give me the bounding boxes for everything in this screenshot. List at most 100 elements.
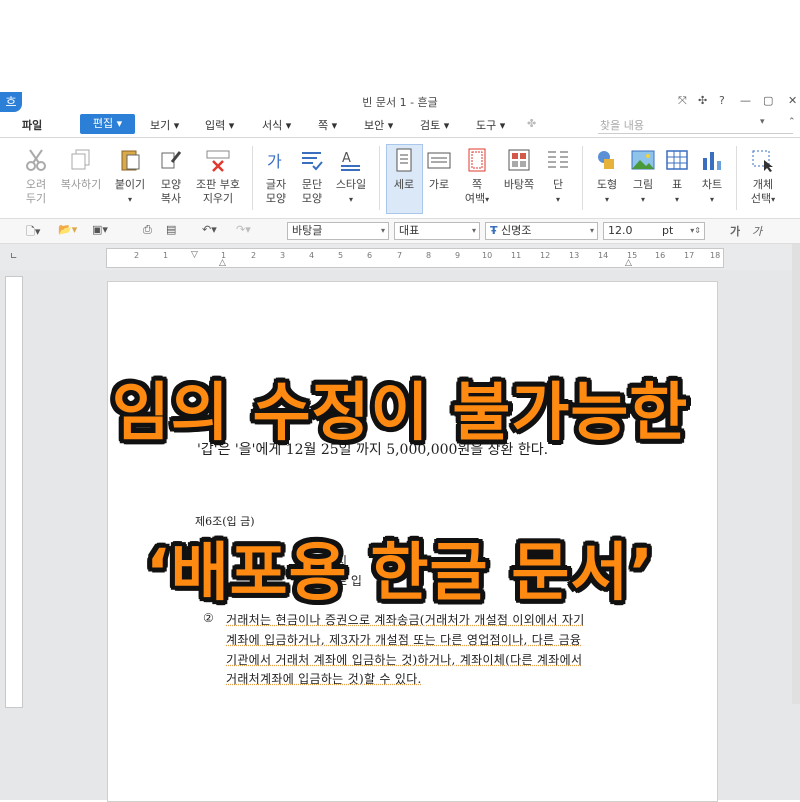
- menu-file[interactable]: 파일: [22, 117, 42, 133]
- shape-button[interactable]: 도형 ▾: [591, 148, 623, 207]
- vertical-ruler[interactable]: [5, 276, 23, 708]
- maximize-button[interactable]: ▢: [763, 94, 773, 107]
- margin-dropdown-icon[interactable]: ▾: [485, 195, 489, 204]
- para-shape-button[interactable]: 문단 모양: [295, 148, 329, 206]
- style-select[interactable]: 바탕글 ▾: [287, 222, 389, 240]
- svg-text:가: 가: [267, 152, 282, 171]
- menu-review[interactable]: 검토 ▾: [420, 117, 449, 133]
- margin-icon: [464, 148, 490, 172]
- portrait-label: 세로: [394, 178, 414, 191]
- shape-dropdown-icon[interactable]: ▾: [605, 195, 609, 204]
- ribbon-divider: [736, 146, 737, 210]
- format-copy-label-1: 모양: [161, 178, 181, 191]
- svg-text:A: A: [342, 151, 351, 166]
- menu-security[interactable]: 보안 ▾: [364, 117, 393, 133]
- columns-dropdown-icon[interactable]: ▾: [556, 195, 560, 204]
- paste-dropdown-icon[interactable]: ▾: [128, 195, 132, 204]
- ribbon-divider: [582, 146, 583, 210]
- menu-view[interactable]: 보기 ▾: [150, 117, 179, 133]
- italic-button[interactable]: 가: [752, 223, 762, 239]
- clear-codes-button[interactable]: 조판 부호 지우기: [192, 148, 244, 206]
- menu-edit-label: 편집: [93, 117, 113, 130]
- ruler-number: 2: [134, 251, 139, 260]
- margin-label-2: 여백: [465, 192, 485, 205]
- open-folder-icon[interactable]: 📂▾: [58, 223, 77, 236]
- preview-icon[interactable]: ▤: [166, 223, 176, 236]
- para2-line-1: 거래처는 현금이나 증권으로 계좌송금(거래처가 개설점 이외에서 자기: [226, 611, 585, 628]
- menu-tools[interactable]: 도구 ▾: [476, 117, 505, 133]
- landscape-button[interactable]: 가로: [423, 148, 455, 192]
- table-dropdown-icon[interactable]: ▾: [675, 195, 679, 204]
- search-up-icon[interactable]: ⌃: [788, 117, 796, 127]
- chart-icon: [699, 148, 725, 172]
- ribbon-divider: [252, 146, 253, 210]
- tab-type-icon[interactable]: ∟: [10, 252, 18, 262]
- ruler-number: 18: [710, 251, 720, 260]
- font-size-stepper-icon[interactable]: ▾⇕: [690, 223, 701, 239]
- left-margin-marker-icon[interactable]: △: [219, 258, 226, 268]
- new-doc-icon[interactable]: 🗋▾: [26, 223, 40, 242]
- redo-icon[interactable]: ↷▾: [236, 223, 251, 236]
- cut-button[interactable]: 오려 두기: [20, 148, 52, 206]
- style-button[interactable]: A 스타일 ▾: [332, 148, 370, 207]
- menu-format[interactable]: 서식 ▾: [262, 117, 291, 133]
- paste-button[interactable]: 붙이기 ▾: [110, 148, 150, 207]
- ruler-number: 13: [569, 251, 579, 260]
- picture-icon: [630, 148, 656, 172]
- help-icon[interactable]: ?: [719, 94, 725, 107]
- ruler-number: 1: [163, 251, 168, 260]
- minimize-button[interactable]: —: [740, 94, 751, 107]
- portrait-button[interactable]: 세로: [387, 148, 421, 192]
- print-icon[interactable]: ⎙: [143, 223, 152, 237]
- object-select-dropdown-icon[interactable]: ▾: [771, 195, 775, 204]
- puzzle-icon[interactable]: ✤: [527, 117, 536, 130]
- indent-marker-icon[interactable]: ▽: [191, 250, 198, 260]
- object-select-button[interactable]: 개체 선택▾: [745, 148, 781, 207]
- font-size-value: 12.0: [608, 224, 633, 237]
- background-page-button[interactable]: 바탕쪽: [499, 148, 539, 192]
- ruler-number: 9: [455, 251, 460, 260]
- undo-icon[interactable]: ↶▾: [202, 223, 217, 236]
- format-brush-icon: [158, 148, 184, 172]
- chart-dropdown-icon[interactable]: ▾: [710, 195, 714, 204]
- right-margin-marker-icon[interactable]: △: [625, 258, 632, 268]
- menu-format-label: 서식: [262, 119, 282, 132]
- copy-button[interactable]: 복사하기: [56, 148, 106, 192]
- language-select[interactable]: 대표 ▾: [394, 222, 480, 240]
- chart-button[interactable]: 차트 ▾: [696, 148, 728, 207]
- search-dropdown-icon[interactable]: ▾: [760, 117, 765, 127]
- font-select-value: 신명조: [501, 224, 531, 237]
- ruler-number: 2: [251, 251, 256, 260]
- ruler-number: 11: [511, 251, 521, 260]
- fullscreen-icon[interactable]: ⤧: [678, 94, 687, 108]
- char-shape-label-1: 글자: [266, 178, 286, 191]
- style-dropdown-icon[interactable]: ▾: [349, 195, 353, 204]
- format-copy-button[interactable]: 모양 복사: [153, 148, 189, 206]
- background-page-label: 바탕쪽: [504, 178, 534, 191]
- picture-button[interactable]: 그림 ▾: [627, 148, 659, 207]
- layout-icon[interactable]: ✣: [698, 94, 707, 107]
- language-select-value: 대표: [399, 224, 419, 237]
- bold-button[interactable]: 가: [730, 223, 740, 239]
- margin-button[interactable]: 쪽 여백▾: [460, 148, 494, 207]
- ruler-number: 8: [426, 251, 431, 260]
- clear-codes-label-1: 조판 부호: [196, 178, 240, 191]
- picture-dropdown-icon[interactable]: ▾: [641, 195, 645, 204]
- table-button[interactable]: 표 ▾: [662, 148, 692, 207]
- format-copy-label-2: 복사: [161, 192, 181, 205]
- menu-edit[interactable]: 편집 ▾: [80, 114, 135, 134]
- menu-insert[interactable]: 입력 ▾: [205, 117, 234, 133]
- columns-button[interactable]: 단 ▾: [543, 148, 573, 207]
- background-page-icon: [506, 148, 532, 172]
- para2-line-3: 기관에서 거래처 계좌에 입금하는 것)하거나, 계좌이체(다른 계좌에서: [226, 651, 582, 668]
- vertical-scrollbar[interactable]: [792, 244, 800, 704]
- char-shape-button[interactable]: 가 글자 모양: [259, 148, 293, 206]
- char-shape-label-2: 모양: [266, 192, 286, 205]
- font-size-input[interactable]: 12.0 pt ▾⇕: [603, 222, 705, 240]
- menu-page[interactable]: 쪽 ▾: [318, 117, 337, 133]
- table-label: 표: [672, 178, 682, 191]
- close-button[interactable]: ✕: [788, 94, 797, 107]
- font-select[interactable]: Ŧ 신명조 ▾: [485, 222, 598, 240]
- ruler-number: 16: [655, 251, 665, 260]
- save-icon[interactable]: ▣▾: [92, 223, 108, 236]
